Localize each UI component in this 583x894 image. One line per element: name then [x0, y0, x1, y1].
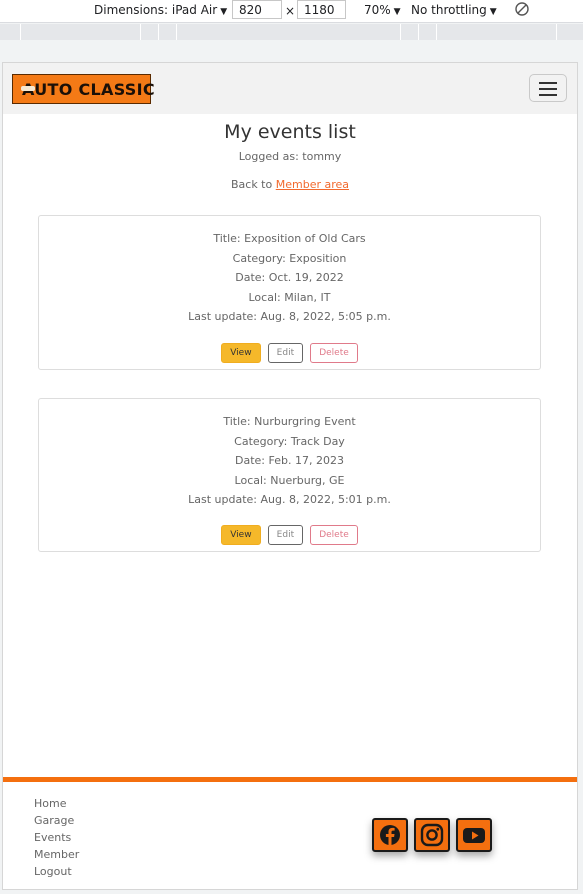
width-input[interactable]: 820 [232, 0, 282, 19]
dropdown-arrow-icon: ▼ [220, 7, 228, 17]
footer-link-home[interactable]: Home [34, 795, 79, 812]
zoom-label: 70% [364, 3, 391, 17]
event-category: Category: Exposition [232, 251, 347, 265]
youtube-icon[interactable] [456, 818, 492, 852]
dimensions-label: Dimensions: iPad Air [94, 3, 218, 17]
event-card: Title: Nurburgring Event Category: Track… [38, 398, 541, 552]
event-last-update: Last update: Aug. 8, 2022, 5:05 p.m. [188, 310, 391, 324]
delete-button[interactable]: Delete [310, 525, 358, 545]
device-viewport: AUTO CLASSIC My events list Logged as: t… [2, 62, 578, 890]
back-prefix: Back to [230, 178, 276, 191]
event-title: Title: Exposition of Old Cars [213, 232, 366, 245]
back-link-row: Back to Member area [3, 178, 577, 191]
hamburger-bar [539, 94, 557, 96]
event-last-update: Last update: Aug. 8, 2022, 5:01 p.m. [188, 493, 391, 507]
hamburger-icon [539, 82, 557, 84]
nav-toggle-button[interactable] [529, 74, 567, 102]
logged-as-text: Logged as: tommy [238, 150, 342, 163]
footer-link-events[interactable]: Events [34, 829, 79, 846]
ruler-segment [436, 24, 437, 40]
instagram-icon[interactable] [414, 818, 450, 852]
event-date: Date: Feb. 17, 2023 [235, 454, 344, 468]
event-title: Title: Nurburgring Event [223, 415, 356, 428]
ruler-segment [158, 24, 159, 40]
hamburger-bar [539, 88, 557, 90]
facebook-icon[interactable] [372, 818, 408, 852]
dropdown-arrow-icon: ▼ [393, 7, 401, 17]
rotate-icon[interactable] [514, 1, 530, 20]
ruler-segment [176, 24, 177, 40]
brand-logo[interactable]: AUTO CLASSIC [12, 74, 155, 104]
edit-button[interactable]: Edit [267, 525, 304, 545]
footer-link-member[interactable]: Member [34, 846, 79, 863]
dropdown-arrow-icon: ▼ [489, 7, 497, 17]
zoom-dropdown[interactable]: 70% ▼ [364, 3, 401, 17]
footer-nav: Home Garage Events Member Logout [34, 795, 79, 880]
ruler-segment [140, 24, 141, 40]
footer-link-logout[interactable]: Logout [34, 863, 79, 880]
event-date: Date: Oct. 19, 2022 [235, 271, 344, 285]
event-actions: View Edit Delete [39, 525, 540, 545]
media-query-bar[interactable] [0, 24, 583, 40]
ruler-segment [20, 24, 21, 40]
event-local: Local: Milan, IT [248, 290, 331, 304]
devtools-toolbar: Dimensions: iPad Air ▼ 820 × 1180 70% ▼ No… [0, 0, 583, 23]
member-area-link[interactable]: Member area [276, 178, 349, 191]
page-title: My events list [224, 121, 356, 143]
logo-text: AUTO CLASSIC [22, 79, 155, 99]
footer-divider [3, 777, 577, 782]
throttling-dropdown[interactable]: No throttling ▼ [411, 3, 497, 17]
edit-button[interactable]: Edit [267, 343, 304, 363]
throttling-label: No throttling [411, 3, 487, 17]
device-dropdown[interactable]: Dimensions: iPad Air ▼ [94, 3, 227, 17]
event-actions: View Edit Delete [39, 343, 540, 363]
event-category: Category: Track Day [234, 434, 345, 448]
view-button[interactable]: View [221, 343, 261, 363]
ruler-segment [556, 24, 557, 40]
footer-link-garage[interactable]: Garage [34, 812, 79, 829]
times-separator: × [285, 4, 296, 18]
event-local: Local: Nuerburg, GE [234, 473, 345, 487]
height-input[interactable]: 1180 [297, 0, 346, 19]
event-card: Title: Exposition of Old Cars Category: … [38, 215, 541, 370]
delete-button[interactable]: Delete [310, 343, 358, 363]
view-button[interactable]: View [221, 525, 261, 545]
ruler-segment [400, 24, 401, 40]
ruler-segment [418, 24, 419, 40]
navbar: AUTO CLASSIC [3, 63, 577, 114]
